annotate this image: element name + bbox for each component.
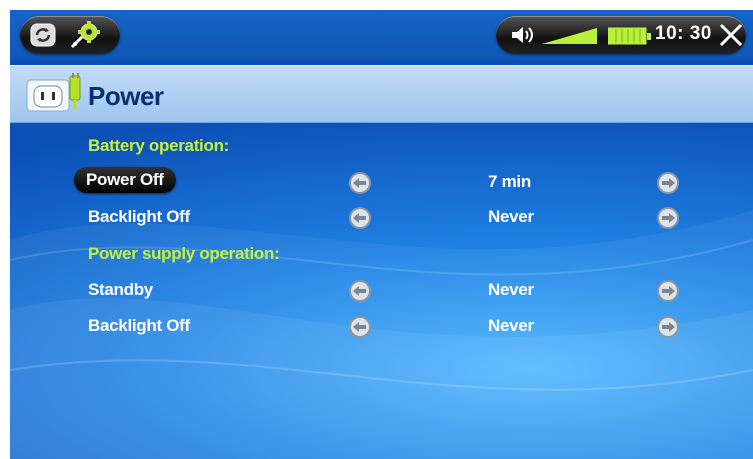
next-arrow-icon[interactable]	[655, 314, 681, 340]
power-plug-icon	[26, 73, 81, 112]
next-arrow-icon[interactable]	[655, 170, 681, 196]
previous-arrow-icon[interactable]	[347, 205, 373, 231]
setting-value-backlight-off-battery: Never	[488, 207, 534, 226]
page-title: Power	[88, 81, 164, 111]
setting-label-power-off[interactable]: Power Off	[74, 167, 176, 193]
section-heading-battery: Battery operation:	[88, 136, 230, 155]
close-icon[interactable]	[718, 22, 744, 48]
setting-label-backlight-off-battery[interactable]: Backlight Off	[88, 207, 190, 227]
left-status-pill	[20, 16, 120, 54]
settings-gear-icon[interactable]	[70, 21, 102, 49]
setting-value-backlight-off-supply: Never	[488, 316, 534, 335]
setting-value-power-off: 7 min	[488, 172, 531, 191]
volume-level-icon	[542, 28, 597, 44]
next-arrow-icon[interactable]	[655, 278, 681, 304]
clock: 10: 30	[655, 23, 712, 44]
section-heading-power-supply: Power supply operation:	[88, 244, 280, 263]
previous-arrow-icon[interactable]	[347, 314, 373, 340]
next-arrow-icon[interactable]	[655, 205, 681, 231]
screen: 10: 30 Power Battery operation: Power Of…	[10, 10, 753, 459]
previous-arrow-icon[interactable]	[347, 278, 373, 304]
setting-value-standby: Never	[488, 280, 534, 299]
setting-label-backlight-off-supply[interactable]: Backlight Off	[88, 316, 190, 336]
battery-icon	[608, 27, 651, 45]
sync-icon[interactable]	[30, 23, 56, 47]
volume-icon[interactable]	[510, 25, 536, 45]
setting-label-standby[interactable]: Standby	[88, 280, 153, 300]
previous-arrow-icon[interactable]	[347, 170, 373, 196]
